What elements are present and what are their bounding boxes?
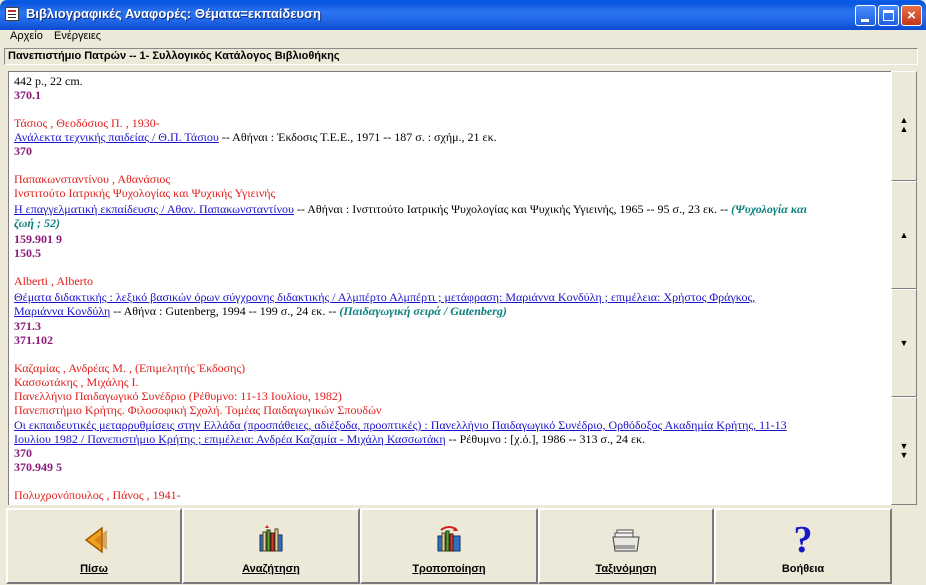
record-title-link[interactable]: Ανάλεκτα τεχνικής παιδείας / Θ.Π. Τάσιου bbox=[14, 130, 219, 144]
modify-books-icon bbox=[437, 526, 461, 552]
record-organization: Πανεπιστήμιο Κρήτης. Φιλοσοφική Σχολή. Τ… bbox=[14, 403, 382, 417]
minimize-button[interactable] bbox=[855, 5, 876, 26]
sort-button[interactable]: Ταξινόμηση bbox=[538, 508, 714, 584]
record-title-line: Μαριάννα Κονδύλη -- Αθήνα : Gutenberg, 1… bbox=[14, 305, 507, 318]
down-arrow-icon: ▼ bbox=[899, 338, 909, 348]
record-author: Κασσωτάκης , Μιχάλης Ι. bbox=[14, 375, 139, 389]
classification-code: 370.1 bbox=[14, 88, 41, 102]
record-publication: -- Ρέθυμνο : [χ.ό.], 1986 -- 313 σ., 24 … bbox=[445, 432, 646, 446]
record-title-link[interactable]: Ιουλίου 1982 / Πανεπιστήμιο Κρήτης ; επι… bbox=[14, 432, 446, 446]
up-arrow-icon: ▲ bbox=[899, 230, 909, 240]
back-label: Πίσω bbox=[80, 563, 108, 575]
back-arrow-icon bbox=[84, 526, 107, 554]
record-publication: -- Αθήναι : Ινστιτούτο Ιατρικής Ψυχολογί… bbox=[293, 202, 732, 216]
close-button[interactable]: × bbox=[901, 5, 922, 26]
record-author: Καζαμίας , Ανδρέας Μ. , (Επιμελητής Έκδο… bbox=[14, 361, 246, 375]
classification-code: 370 bbox=[14, 144, 32, 158]
back-button[interactable]: Πίσω bbox=[6, 508, 182, 584]
menu-file[interactable]: Αρχείο bbox=[10, 30, 43, 42]
window-title: Βιβλιογραφικές Αναφορές: Θέματα=εκπαίδευ… bbox=[26, 6, 321, 21]
double-down-arrow-icon: ▼ ▼ bbox=[899, 441, 909, 460]
record-title-link[interactable]: Οι εκπαιδευτικές μεταρρυθμίσεις στην Ελλ… bbox=[14, 418, 787, 432]
help-question-icon: ? bbox=[793, 519, 813, 561]
record-publication: -- Αθήναι : Έκδοσις Τ.Ε.Ε., 1971 -- 187 … bbox=[218, 130, 497, 144]
maximize-button[interactable] bbox=[878, 5, 899, 26]
record-title-line: Οι εκπαιδευτικές μεταρρυθμίσεις στην Ελλ… bbox=[14, 419, 787, 432]
double-up-arrow-icon: ▲ ▲ bbox=[899, 115, 909, 134]
record-title-line: Η επαγγελματική εκπαίδευσις / Αθαν. Παπα… bbox=[14, 203, 807, 216]
menu-actions[interactable]: Ενέργειες bbox=[54, 30, 101, 42]
search-books-icon bbox=[259, 525, 283, 552]
modify-label: Τροποποίηση bbox=[412, 563, 486, 575]
classification-code: 371.102 bbox=[14, 333, 53, 347]
maximize-icon bbox=[883, 10, 894, 21]
record-author: Παπακωνσταντίνου , Αθανάσιος bbox=[14, 172, 171, 186]
record-series: (Ψυχολογία και bbox=[731, 202, 807, 216]
catalog-header: Πανεπιστήμιο Πατρών -- 1- Συλλογικός Κατ… bbox=[4, 48, 918, 65]
record-title-line: Ανάλεκτα τεχνικής παιδείας / Θ.Π. Τάσιου… bbox=[14, 131, 497, 144]
record-publication: -- Αθήνα : Gutenberg, 1994 -- 199 σ., 24… bbox=[110, 304, 340, 318]
record-title-link[interactable]: Θέματα διδακτικής : λεξικό βασικών όρων … bbox=[14, 290, 755, 304]
record-organization: Ινστιτούτο Ιατρικής Ψυχολογίας και Ψυχικ… bbox=[14, 186, 276, 200]
folder-icon bbox=[612, 529, 640, 552]
record-title-line: Ιουλίου 1982 / Πανεπιστήμιο Κρήτης ; επι… bbox=[14, 433, 645, 446]
sort-label: Ταξινόμηση bbox=[595, 563, 657, 575]
app-icon[interactable] bbox=[5, 7, 19, 21]
record-title-line: Θέματα διδακτικής : λεξικό βασικών όρων … bbox=[14, 291, 755, 304]
record-series: (Παιδαγωγική σειρά / Gutenberg) bbox=[339, 304, 507, 318]
title-bar[interactable]: Βιβλιογραφικές Αναφορές: Θέματα=εκπαίδευ… bbox=[0, 0, 926, 30]
record-series: ζωή ; 52) bbox=[14, 216, 60, 230]
classification-code: 371.3 bbox=[14, 319, 41, 333]
close-icon: × bbox=[907, 7, 916, 24]
classification-code: 159.901 9 bbox=[14, 232, 62, 246]
classification-code: 370 bbox=[14, 446, 32, 460]
record-author: Πολυχρονόπουλος , Πάνος , 1941- bbox=[14, 488, 181, 502]
record-author: Alberti , Alberto bbox=[14, 274, 93, 288]
record-conference: Πανελλήνιο Παιδαγωγικό Συνέδριο (Ρέθυμνο… bbox=[14, 389, 342, 403]
record-author: Τάσιος , Θεοδόσιος Π. , 1930- bbox=[14, 116, 160, 130]
results-scrollbar[interactable]: ▲ ▲ ▲ ▼ ▼ ▼ bbox=[891, 71, 917, 505]
menu-bar: Αρχείο Ενέργειες bbox=[4, 30, 922, 45]
record-title-link[interactable]: Μαριάννα Κονδύλη bbox=[14, 304, 110, 318]
help-button[interactable]: ? Βοήθεια bbox=[714, 508, 892, 584]
minimize-icon bbox=[861, 19, 869, 22]
search-label: Αναζήτηση bbox=[242, 563, 300, 575]
search-button[interactable]: Αναζήτηση bbox=[182, 508, 360, 584]
bottom-toolbar: Πίσω Αναζήτηση Τροποποίηση Ταξινόμηση ? … bbox=[6, 508, 918, 585]
classification-code: 150.5 bbox=[14, 246, 41, 260]
scroll-up-button[interactable]: ▲ bbox=[891, 181, 917, 289]
results-pane[interactable]: 442 p., 22 cm. 370.1 Τάσιος , Θεοδόσιος … bbox=[8, 71, 891, 505]
scroll-top-button[interactable]: ▲ ▲ bbox=[891, 71, 917, 181]
scroll-down-button[interactable]: ▼ bbox=[891, 289, 917, 397]
scroll-bottom-button[interactable]: ▼ ▼ bbox=[891, 397, 917, 505]
classification-code: 370.949 5 bbox=[14, 460, 62, 474]
record-description: 442 p., 22 cm. bbox=[14, 74, 83, 88]
record-title-link[interactable]: Η επαγγελματική εκπαίδευσις / Αθαν. Παπα… bbox=[14, 202, 294, 216]
help-label: Βοήθεια bbox=[781, 563, 825, 575]
modify-button[interactable]: Τροποποίηση bbox=[360, 508, 538, 584]
